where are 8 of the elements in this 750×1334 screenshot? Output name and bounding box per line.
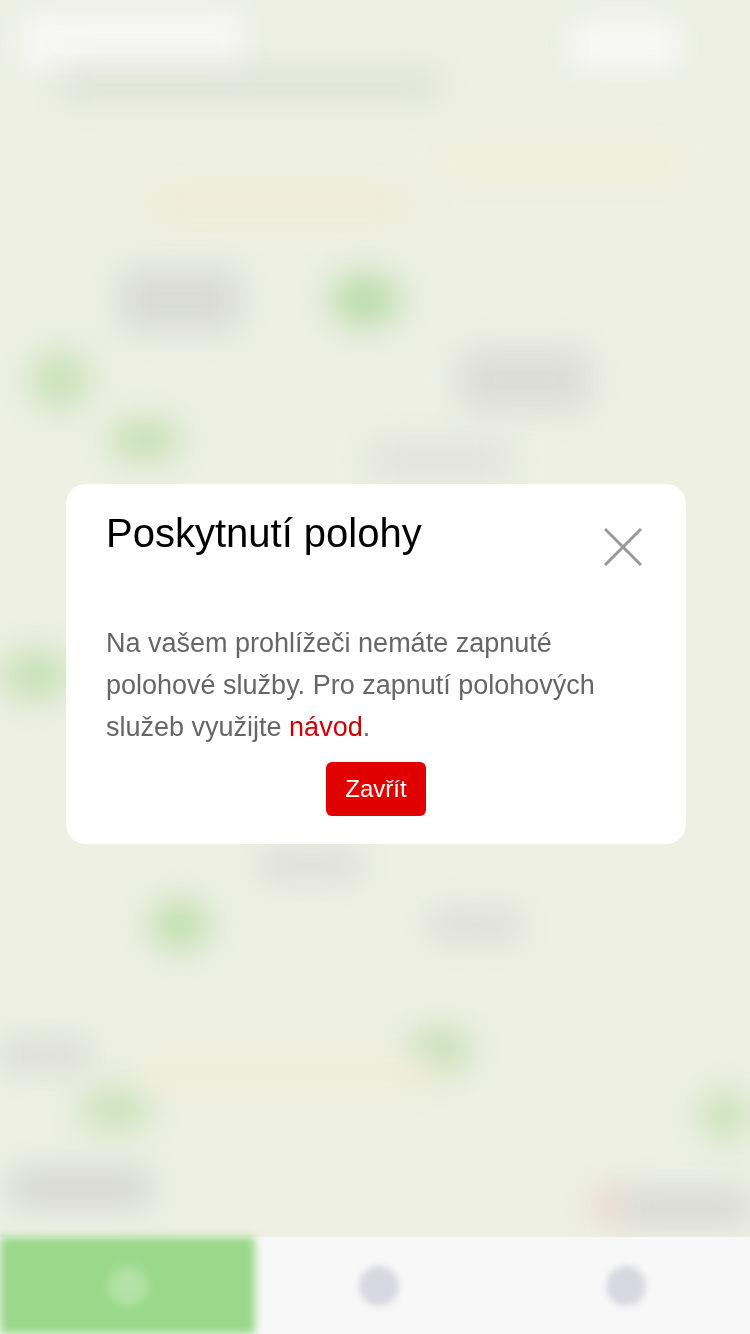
dialog-title: Poskytnutí polohy: [106, 510, 422, 557]
dialog-message: Na vašem prohlížeči nemáte zapnuté polohové služby. Pro zapnutí polohových služeb využijte návod.: [106, 627, 596, 744]
close-icon[interactable]: [604, 528, 642, 566]
close-button[interactable]: Zavřít: [326, 762, 426, 816]
blurred-icon[interactable]: [606, 1265, 647, 1306]
highlighted-tab[interactable]: [0, 1237, 255, 1334]
guide-link[interactable]: návod: [289, 712, 363, 742]
blurred-icon[interactable]: [358, 1265, 399, 1306]
